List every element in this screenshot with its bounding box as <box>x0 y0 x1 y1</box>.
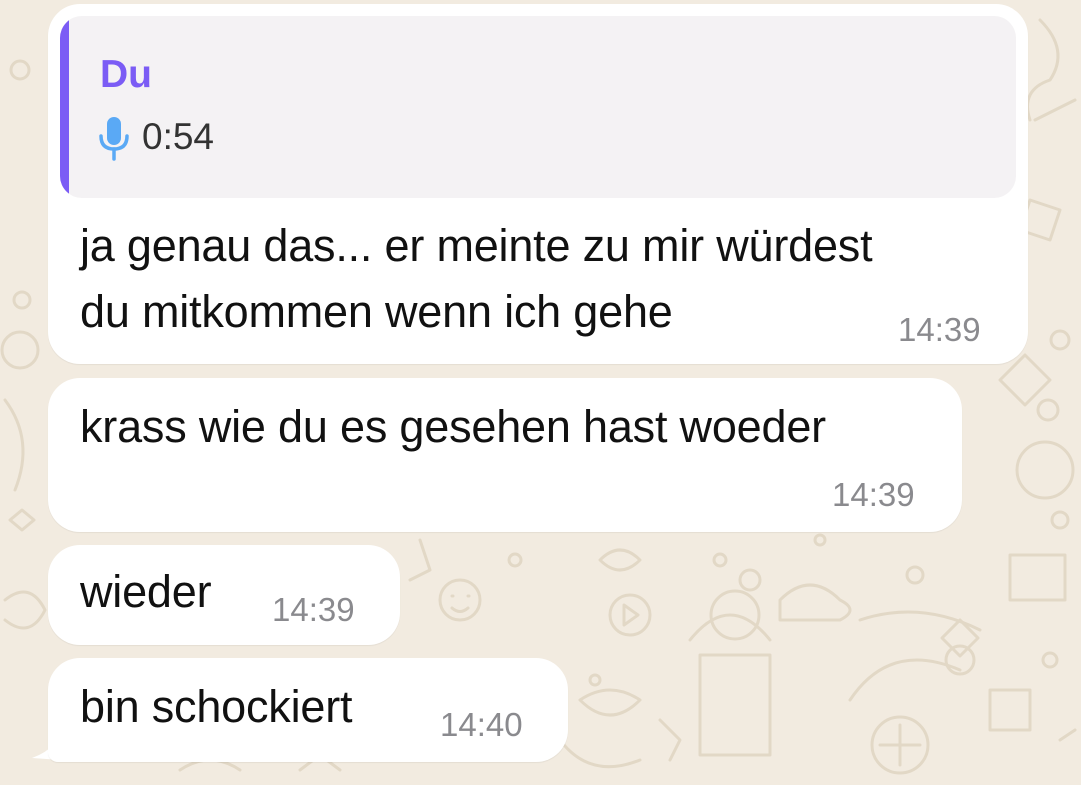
quoted-voice-message[interactable]: Du 0:54 <box>60 16 1016 198</box>
message-text-line: ja genau das... er meinte zu mir würdest <box>80 220 873 271</box>
message-bubble-reply[interactable]: Du 0:54 ja genau das... er meinte zu mir… <box>48 4 1028 364</box>
quote-author: Du <box>100 53 152 96</box>
message-text-line: du mitkommen wenn ich gehe <box>80 286 673 337</box>
microphone-icon <box>99 117 129 161</box>
message-timestamp: 14:40 <box>440 706 523 743</box>
message-text: bin schockiert <box>80 681 353 732</box>
message-bubble[interactable]: wieder 14:39 <box>48 545 400 645</box>
message-bubble[interactable]: krass wie du es gesehen hast woeder 14:3… <box>48 378 962 532</box>
message-text: krass wie du es gesehen hast woeder <box>80 401 826 452</box>
message-timestamp: 14:39 <box>272 591 355 628</box>
message-bubble-last[interactable]: bin schockiert 14:40 <box>48 658 568 762</box>
quote-accent-bar <box>60 16 69 198</box>
message-text: wieder <box>80 566 212 617</box>
message-timestamp: 14:39 <box>898 311 981 348</box>
message-timestamp: 14:39 <box>832 476 915 513</box>
voice-duration: 0:54 <box>142 116 215 157</box>
